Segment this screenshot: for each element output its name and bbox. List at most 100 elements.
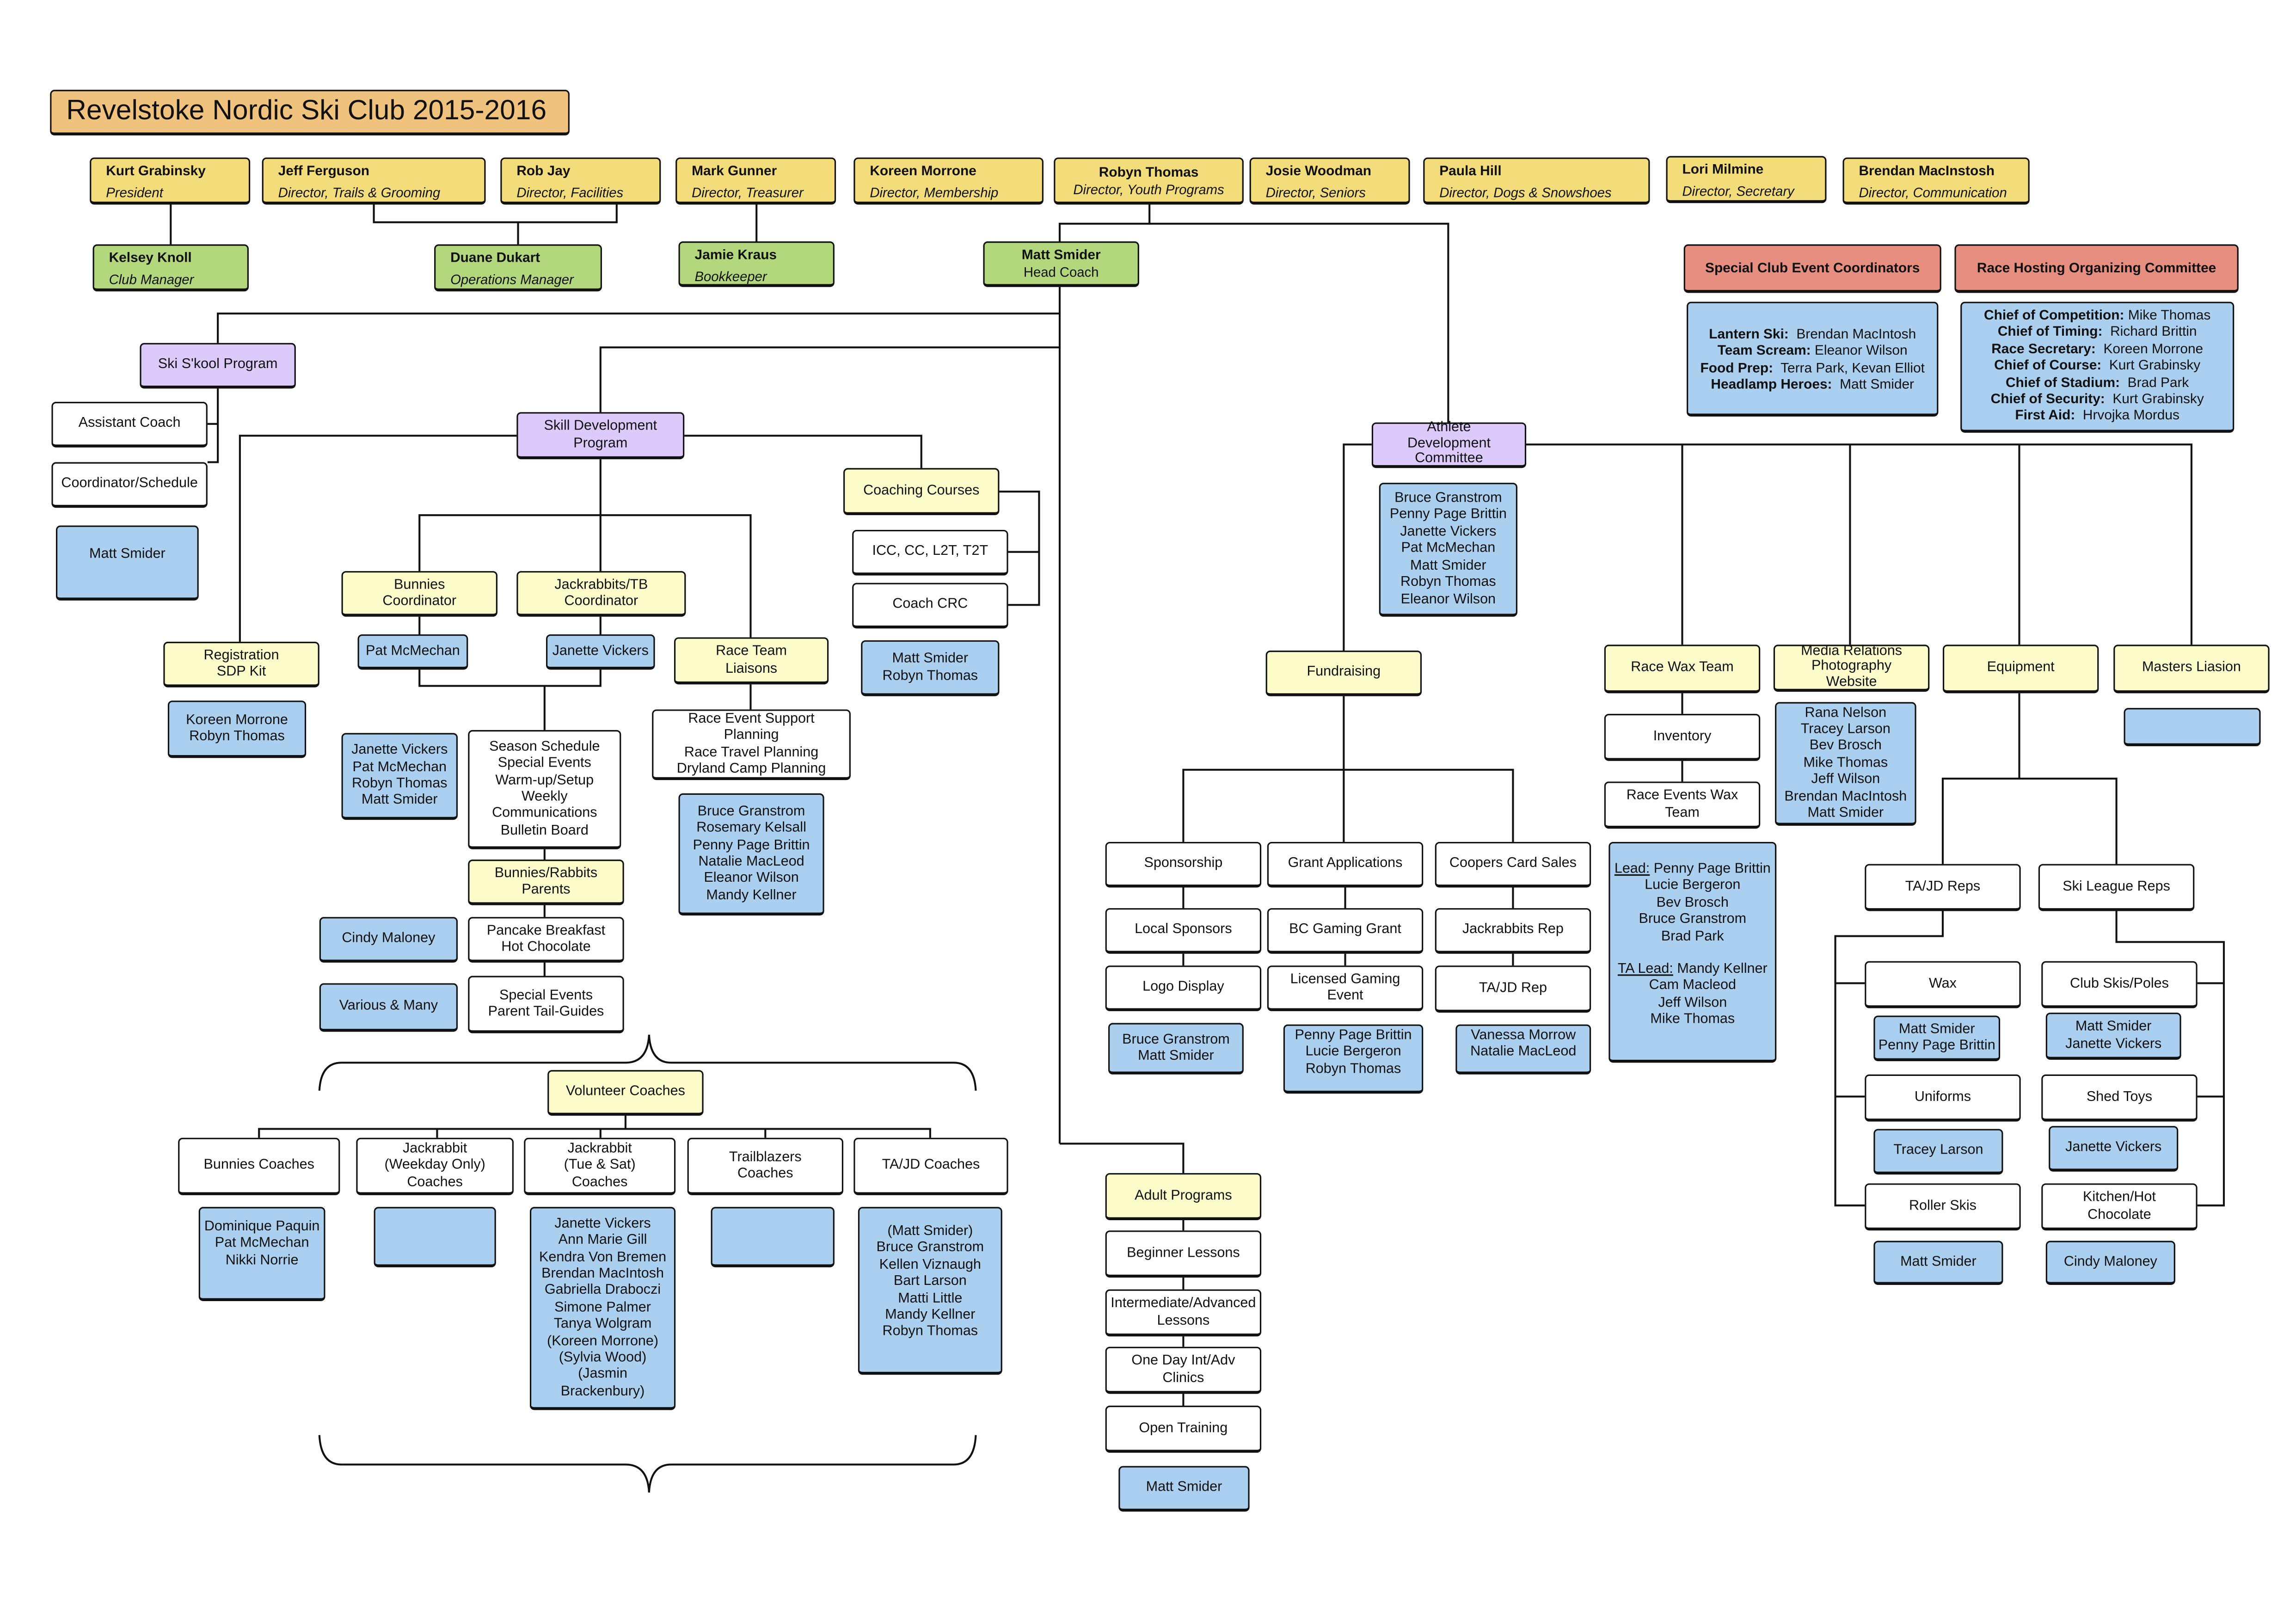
staff-name: Duane Dukart xyxy=(450,248,540,265)
athlete-development-people: Bruce Granstrom Penny Page Brittin Janet… xyxy=(1379,483,1517,617)
ski-skool-program[interactable]: Ski S'kool Program xyxy=(140,343,296,389)
fundraising-item[interactable]: Logo Display xyxy=(1105,965,1262,1011)
parent-events-box[interactable]: Special Events Parent Tail-Guides xyxy=(468,976,624,1033)
pancake-people: Cindy Maloney xyxy=(319,917,458,963)
director-name: Mark Gunner xyxy=(692,162,777,178)
coaching-courses-box[interactable]: Coaching Courses xyxy=(843,468,1000,516)
jackrabbits-coordinator-box[interactable]: Jackrabbits/TB Coordinator xyxy=(516,571,686,617)
equipment-item[interactable]: Uniforms xyxy=(1865,1074,2021,1122)
director-box[interactable]: Kurt Grabinsky President xyxy=(90,157,251,205)
bunnies-coordinator-people: Pat McMechan xyxy=(357,634,468,670)
adult-program-item[interactable]: One Day Int/Adv Clinics xyxy=(1105,1346,1262,1394)
org-chart: Revelstoke Nordic Ski Club 2015-2016 Kur… xyxy=(0,0,2296,1622)
director-name: Robyn Thomas xyxy=(1099,163,1199,180)
course-item-box[interactable]: Coach CRC xyxy=(852,583,1008,629)
race-team-liaisons-box[interactable]: Race Team Liaisons xyxy=(674,637,829,685)
equipment-item[interactable]: Shed Toys xyxy=(2041,1074,2198,1122)
registration-people: Koreen Morrone Robyn Thomas xyxy=(167,700,307,758)
special-events-header[interactable]: Special Club Event Coordinators xyxy=(1683,244,1941,293)
fundraising-column-header[interactable]: Coopers Card Sales xyxy=(1435,842,1591,888)
equipment-box[interactable]: Equipment xyxy=(1942,645,2099,694)
director-box[interactable]: Brendan MacInstosh Director, Communicatio… xyxy=(1842,157,2030,205)
volunteer-coaches-box[interactable]: Volunteer Coaches xyxy=(547,1070,704,1116)
director-name: Rob Jay xyxy=(516,162,571,178)
ski-league-reps-box[interactable]: Ski League Reps xyxy=(2038,864,2195,911)
tajd-reps-box[interactable]: TA/JD Reps xyxy=(1865,864,2021,911)
race-wax-item[interactable]: Inventory xyxy=(1604,713,1761,761)
fundraising-box[interactable]: Fundraising xyxy=(1265,651,1422,696)
skill-development-program[interactable]: Skill Development Program xyxy=(516,412,685,460)
director-box[interactable]: Paula Hill Director, Dogs & Snowshoes xyxy=(1423,157,1650,205)
fundraising-column-header[interactable]: Grant Applications xyxy=(1267,842,1424,888)
adult-programs-box[interactable]: Adult Programs xyxy=(1105,1173,1262,1220)
equipment-item[interactable]: Club Skis/Poles xyxy=(2041,961,2198,1008)
director-name: Koreen Morrone xyxy=(870,162,976,178)
fundraising-item[interactable]: BC Gaming Grant xyxy=(1267,908,1424,954)
director-role: Director, Facilities xyxy=(516,185,624,200)
fundraising-item[interactable]: Local Sponsors xyxy=(1105,908,1262,954)
coach-group-box[interactable]: Bunnies Coaches xyxy=(178,1137,340,1195)
staff-box[interactable]: Kelsey Knoll Club Manager xyxy=(92,244,249,292)
coach-group-box[interactable]: Jackrabbit (Tue & Sat) Coaches xyxy=(524,1137,676,1195)
race-hosting-entry: Chief of Timing: Richard Brittin xyxy=(1997,323,2197,339)
parent-events-people: Various & Many xyxy=(319,983,458,1032)
masters-liaison-box[interactable]: Masters Liasion xyxy=(2113,645,2270,694)
director-box[interactable]: Jeff Ferguson Director, Trails & Grooming xyxy=(262,157,486,205)
athlete-development-committee[interactable]: Athlete Development Committee xyxy=(1371,420,1527,468)
director-box[interactable]: Koreen Morrone Director, Membership xyxy=(853,157,1044,205)
director-box[interactable]: Josie Woodman Director, Seniors xyxy=(1249,157,1410,205)
special-event-entry: Team Scream: Eleanor Wilson xyxy=(1717,341,1908,358)
director-box[interactable]: Lori Milmine Director, Secretary xyxy=(1666,156,1827,203)
parents-box[interactable]: Bunnies/Rabbits Parents xyxy=(468,860,624,905)
coach-group-box[interactable]: TA/JD Coaches xyxy=(853,1137,1008,1195)
fundraising-people: Vanessa Morrow Natalie MacLeod xyxy=(1455,1024,1591,1075)
fundraising-item[interactable]: Jackrabbits Rep xyxy=(1435,908,1591,954)
staff-role: Club Manager xyxy=(109,272,194,287)
race-wax-ta-members: Cam Macleod Jeff Wilson Mike Thomas xyxy=(1649,978,1737,1028)
director-role: Director, Membership xyxy=(870,185,999,200)
director-box[interactable]: Robyn Thomas Director, Youth Programs xyxy=(1054,157,1244,205)
special-events-list: Lantern Ski: Brendan MacIntosh Team Scre… xyxy=(1687,301,1939,417)
director-name: Josie Woodman xyxy=(1265,162,1371,178)
staff-box[interactable]: Duane Dukart Operations Manager xyxy=(434,244,602,292)
chart-title: Revelstoke Nordic Ski Club 2015-2016 xyxy=(50,90,570,135)
special-event-entry: Headlamp Heroes: Matt Smider xyxy=(1711,375,1915,392)
director-box[interactable]: Rob Jay Director, Facilities xyxy=(500,157,661,205)
media-relations-box[interactable]: Media Relations Photography Website xyxy=(1773,644,1930,692)
equipment-item[interactable]: Roller Skis xyxy=(1865,1183,2021,1231)
fundraising-column-header[interactable]: Sponsorship xyxy=(1105,842,1262,888)
race-hosting-list: Chief of Competition: Mike Thomas Chief … xyxy=(1960,301,2235,433)
adult-program-item[interactable]: Intermediate/Advanced Lessons xyxy=(1105,1289,1262,1337)
registration-box[interactable]: Registration SDP Kit xyxy=(163,641,319,688)
equipment-item[interactable]: Wax xyxy=(1865,961,2021,1008)
adult-programs-people: Matt Smider xyxy=(1118,1466,1250,1512)
jackrabbits-coordinator-people: Janette Vickers xyxy=(546,634,655,670)
fundraising-item[interactable]: TA/JD Rep xyxy=(1435,965,1591,1013)
adult-program-item[interactable]: Beginner Lessons xyxy=(1105,1230,1262,1278)
director-role: Director, Seniors xyxy=(1265,185,1366,200)
staff-role: Bookkeeper xyxy=(694,269,767,284)
coach-group-people: Janette Vickers Ann Marie Gill Kendra Vo… xyxy=(529,1207,676,1410)
race-hosting-entry: Chief of Security: Kurt Grabinsky xyxy=(1990,390,2204,406)
adult-program-item[interactable]: Open Training xyxy=(1105,1406,1262,1453)
director-role: President xyxy=(106,185,163,200)
coach-group-people xyxy=(711,1207,835,1267)
coordinator-schedule-box[interactable]: Coordinator/Schedule xyxy=(51,462,208,508)
bunnies-coordinator-box[interactable]: Bunnies Coordinator xyxy=(341,571,497,617)
staff-box[interactable]: Jamie Kraus Bookkeeper xyxy=(678,241,835,287)
race-wax-item[interactable]: Race Events Wax Team xyxy=(1604,781,1761,829)
equipment-item[interactable]: Kitchen/Hot Chocolate xyxy=(2041,1183,2198,1231)
coach-group-people: Dominique Paquin Pat McMechan Nikki Norr… xyxy=(198,1207,325,1302)
coach-group-box[interactable]: Jackrabbit (Weekday Only) Coaches xyxy=(356,1137,514,1195)
fundraising-item[interactable]: Licensed Gaming Event xyxy=(1267,965,1424,1011)
equipment-people: Cindy Maloney xyxy=(2045,1241,2175,1285)
coach-group-box[interactable]: Trailblazers Coaches xyxy=(687,1137,844,1195)
race-wax-ta-lead: TA Lead: Mandy Kellner xyxy=(1617,961,1768,977)
assistant-coach-box[interactable]: Assistant Coach xyxy=(51,402,208,448)
head-coach-box[interactable]: Matt Smider Head Coach xyxy=(983,241,1139,287)
pancake-breakfast-box[interactable]: Pancake Breakfast Hot Chocolate xyxy=(468,917,624,963)
race-wax-team-box[interactable]: Race Wax Team xyxy=(1604,645,1761,694)
race-hosting-header[interactable]: Race Hosting Organizing Committee xyxy=(1954,244,2239,293)
course-item-box[interactable]: ICC, CC, L2T, T2T xyxy=(852,529,1008,576)
director-box[interactable]: Mark Gunner Director, Treasurer xyxy=(675,157,836,205)
